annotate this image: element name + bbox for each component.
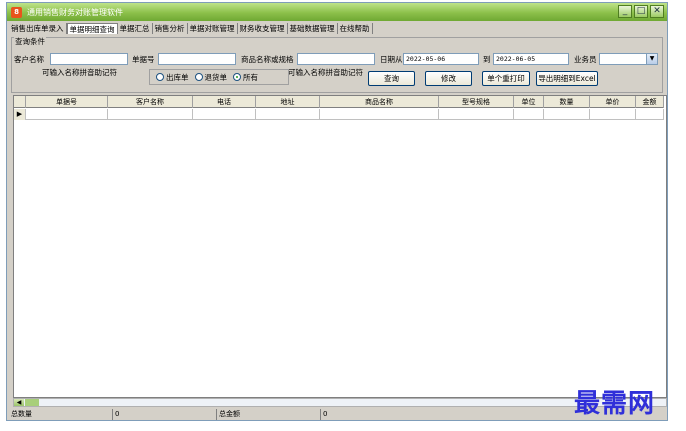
cell-doc-no[interactable] xyxy=(26,109,108,120)
radio-return-dot xyxy=(194,73,203,81)
customer-hint: 可输入名称拼音助记符 xyxy=(42,68,117,77)
search-button[interactable]: 查询 xyxy=(368,71,415,86)
tab-doc-detail-query[interactable]: 单据明细查询 xyxy=(66,23,118,34)
cell-phone[interactable] xyxy=(193,109,256,120)
scrollbar-thumb[interactable] xyxy=(25,399,39,406)
doc-type-radio-group: 出库单 退货单 所有 xyxy=(149,69,289,85)
col-model[interactable]: 型号规格 xyxy=(439,96,514,108)
query-conditions-group: 查询条件 客户名称 可输入名称拼音助记符 单据号 商品名称或规格 可输入名称拼音… xyxy=(11,36,663,93)
header-indicator xyxy=(14,96,26,108)
radio-return[interactable]: 退货单 xyxy=(194,72,228,83)
doc-no-input[interactable] xyxy=(158,53,236,65)
tab-finance[interactable]: 财务收支管理 xyxy=(238,23,288,34)
tab-reconciliation[interactable]: 单据对账管理 xyxy=(188,23,238,34)
cell-product[interactable] xyxy=(320,109,439,120)
product-hint: 可输入名称拼音助记符 xyxy=(288,68,363,77)
customer-input[interactable] xyxy=(50,53,128,65)
salesman-label: 业务员 xyxy=(574,55,597,64)
row-indicator-icon: ▶ xyxy=(14,109,26,120)
minimize-button[interactable]: _ xyxy=(618,5,632,18)
customer-label: 客户名称 xyxy=(14,55,44,64)
date-to-input[interactable]: 2022-06-05 xyxy=(493,53,569,65)
date-from-input[interactable]: 2022-05-06 xyxy=(403,53,479,65)
radio-all-label: 所有 xyxy=(243,72,258,82)
title-bar[interactable]: 8 通用销售财务对账管理软件 _ □ ✕ xyxy=(7,3,667,21)
col-doc-no[interactable]: 单据号 xyxy=(26,96,108,108)
cell-qty[interactable] xyxy=(544,109,590,120)
main-window: 8 通用销售财务对账管理软件 _ □ ✕ 销售出库单录入 单据明细查询 单据汇总… xyxy=(6,2,668,421)
total-amount-label: 总金额 xyxy=(217,409,321,420)
tab-help[interactable]: 在线帮助 xyxy=(338,23,373,34)
col-price[interactable]: 单价 xyxy=(590,96,636,108)
salesman-select[interactable]: ▼ xyxy=(599,53,658,65)
cell-unit[interactable] xyxy=(514,109,544,120)
col-address[interactable]: 地址 xyxy=(256,96,320,108)
total-qty-label: 总数量 xyxy=(9,409,113,420)
modify-button[interactable]: 修改 xyxy=(425,71,472,86)
export-excel-button[interactable]: 导出明细到Excel xyxy=(536,71,598,86)
watermark-text: 最需网 xyxy=(574,389,656,419)
maximize-button[interactable]: □ xyxy=(634,5,648,18)
chevron-down-icon[interactable]: ▼ xyxy=(646,54,657,64)
results-table[interactable]: 单据号 客户名称 电话 地址 商品名称 型号规格 单位 数量 单价 金额 ▶ xyxy=(13,95,667,398)
app-icon: 8 xyxy=(11,6,22,18)
col-unit[interactable]: 单位 xyxy=(514,96,544,108)
cell-address[interactable] xyxy=(256,109,320,120)
radio-outbound-dot xyxy=(156,73,164,81)
tab-doc-summary[interactable]: 单据汇总 xyxy=(118,23,153,34)
col-qty[interactable]: 数量 xyxy=(544,96,590,108)
print-single-button[interactable]: 单个重打印 xyxy=(482,71,530,86)
radio-outbound-label: 出库单 xyxy=(166,72,189,82)
radio-outbound[interactable]: 出库单 xyxy=(156,72,189,83)
date-to-label: 到 xyxy=(483,55,491,64)
col-amount[interactable]: 金额 xyxy=(636,96,664,108)
radio-all[interactable]: 所有 xyxy=(233,72,258,83)
col-customer[interactable]: 客户名称 xyxy=(108,96,193,108)
tab-base-data[interactable]: 基础数据管理 xyxy=(288,23,338,34)
tab-bar: 销售出库单录入 单据明细查询 单据汇总 销售分析 单据对账管理 财务收支管理 基… xyxy=(9,23,373,35)
tab-sales-analysis[interactable]: 销售分析 xyxy=(153,23,188,34)
total-qty-value: 0 xyxy=(113,409,217,420)
horizontal-scrollbar[interactable]: ◀ xyxy=(13,398,667,407)
table-header: 单据号 客户名称 电话 地址 商品名称 型号规格 单位 数量 单价 金额 xyxy=(14,96,664,108)
query-group-title: 查询条件 xyxy=(14,36,46,47)
col-product[interactable]: 商品名称 xyxy=(320,96,439,108)
cell-model[interactable] xyxy=(439,109,514,120)
close-button[interactable]: ✕ xyxy=(650,5,664,18)
tab-sales-entry[interactable]: 销售出库单录入 xyxy=(9,23,67,34)
radio-all-dot xyxy=(233,73,241,81)
cell-customer[interactable] xyxy=(108,109,193,120)
scroll-left-icon[interactable]: ◀ xyxy=(14,399,24,406)
product-input[interactable] xyxy=(297,53,375,65)
date-from-label: 日期从 xyxy=(380,55,403,64)
cell-price[interactable] xyxy=(590,109,636,120)
col-phone[interactable]: 电话 xyxy=(193,96,256,108)
product-label: 商品名称或规格 xyxy=(241,55,294,64)
table-row[interactable]: ▶ xyxy=(14,109,664,120)
doc-no-label: 单据号 xyxy=(132,55,155,64)
radio-return-label: 退货单 xyxy=(204,72,228,82)
cell-amount[interactable] xyxy=(636,109,664,120)
window-title: 通用销售财务对账管理软件 xyxy=(27,7,123,17)
status-bar: 总数量 0 总金额 0 xyxy=(9,409,665,420)
